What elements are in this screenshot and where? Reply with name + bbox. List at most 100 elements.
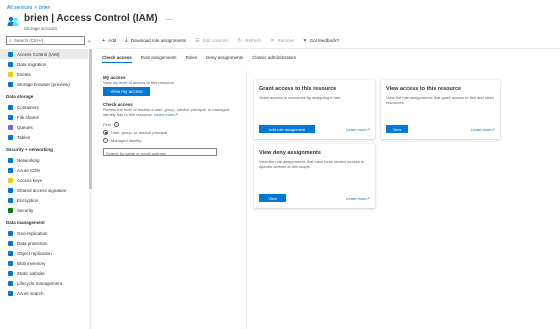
check-access-description: Review the level of access a user, group… (103, 107, 238, 117)
external-link-icon: ↗ (366, 127, 370, 132)
breadcrumb-all-services[interactable]: All services (7, 5, 32, 11)
sidebar-scrollbar[interactable] (89, 49, 92, 329)
tab-deny-assignments[interactable]: Deny assignments (206, 55, 243, 63)
sidebar-item-label: Events (17, 71, 31, 77)
remove-button[interactable]: ✕ Remove (270, 38, 294, 44)
find-row: Find i (103, 122, 238, 127)
sidebar-item-label: Security (17, 207, 34, 213)
sidebar-item-security[interactable]: Security (0, 205, 88, 215)
security-icon (8, 207, 13, 213)
view-access-button[interactable]: View (386, 125, 408, 133)
external-link-icon: ↗ (174, 112, 178, 117)
sidebar-item-shared-access-signature[interactable]: Shared access signature (0, 185, 88, 195)
sidebar-item-label: Queues (17, 124, 33, 130)
shared-access-signature-icon (8, 187, 13, 193)
sidebar-item-networking[interactable]: Networking (0, 155, 88, 165)
my-access-description: View my level of access to this resource… (103, 80, 175, 85)
view-access-learn-more-link[interactable]: Learn more↗ (471, 127, 495, 132)
sidebar-item-events[interactable]: Events (0, 69, 88, 79)
refresh-button[interactable]: ↻ Refresh (238, 38, 261, 44)
info-icon[interactable]: i (113, 122, 119, 127)
feedback-button[interactable]: ♥ Got feedback? (303, 38, 339, 44)
sidebar-item-data-migration[interactable]: Data migration (0, 59, 88, 69)
radio-managed-identity[interactable]: Managed identity (103, 138, 238, 143)
deny-assignments-card: View deny assignments View the role assi… (254, 144, 375, 208)
geo-replication-icon (8, 230, 13, 236)
radio-user-group-sp[interactable]: User, group, or service principal (103, 130, 238, 135)
breadcrumb-current[interactable]: brien (39, 5, 50, 11)
sidebar: Access Control (IAM) Data migration Events… (0, 49, 88, 329)
collapse-sidebar-icon[interactable]: « (88, 39, 91, 45)
tab-role-assignments[interactable]: Role assignments (141, 55, 177, 63)
sidebar-item-object-replication[interactable]: Object replication (0, 248, 88, 258)
add-label: Add (108, 38, 117, 43)
page-header: brien | Access Control (IAM) Storage acc… (7, 13, 172, 31)
sidebar-item-azure-search[interactable]: Azure search (0, 288, 88, 298)
storage-browser-preview-icon (8, 81, 13, 87)
add-button[interactable]: + Add (102, 38, 116, 44)
toolbar-divider (97, 48, 560, 49)
feedback-label: Got feedback? (309, 38, 339, 43)
access-control-iam-icon (8, 51, 13, 57)
check-access-learn-more-link[interactable]: Learn more (154, 112, 174, 117)
more-options-icon[interactable]: ... (166, 13, 173, 23)
add-role-assignment-button[interactable]: Add role assignment (259, 125, 315, 133)
sidebar-item-tables[interactable]: Tables (0, 132, 88, 142)
sidebar-item-access-control-iam[interactable]: Access Control (IAM) (0, 49, 88, 59)
data-migration-icon (8, 61, 13, 67)
panel-divider (246, 71, 247, 329)
sidebar-item-label: Object replication (17, 250, 52, 256)
sidebar-item-static-website[interactable]: Static website (0, 268, 88, 278)
grant-access-title: Grant access to this resource (259, 86, 337, 92)
sidebar-item-access-keys[interactable]: Access keys (0, 175, 88, 185)
plus-icon: + (102, 37, 106, 44)
deny-learn-more-link[interactable]: Learn more↗ (346, 196, 370, 201)
sidebar-item-label: Storage browser (preview) (17, 81, 70, 87)
refresh-label: Refresh (245, 38, 262, 43)
download-role-assignments-button[interactable]: ⤓ Download role assignments (125, 37, 186, 44)
sidebar-item-label: Shared access signature (17, 187, 67, 193)
sidebar-item-label: Tables (17, 134, 31, 140)
sidebar-search-input[interactable]: ⌕ Search (Ctrl+/) (6, 36, 85, 45)
sidebar-item-encryption[interactable]: Encryption (0, 195, 88, 205)
tab-check-access[interactable]: Check access (102, 55, 132, 63)
remove-label: Remove (277, 38, 295, 43)
sidebar-item-lifecycle-management[interactable]: Lifecycle management (0, 278, 88, 288)
sidebar-item-containers[interactable]: Containers (0, 102, 88, 112)
grant-learn-more-text: Learn more (346, 127, 367, 132)
tab-bar: Check access Role assignments Roles Deny… (102, 55, 305, 63)
sidebar-item-file-shares[interactable]: File shares (0, 112, 88, 122)
grant-access-learn-more-link[interactable]: Learn more↗ (346, 127, 370, 132)
sidebar-item-data-protection[interactable]: Data protection (0, 238, 88, 248)
remove-icon: ✕ (270, 37, 275, 44)
azure-cdn-icon (8, 167, 13, 173)
scrollbar-thumb[interactable] (89, 49, 92, 189)
view-my-access-button[interactable]: View my access (103, 87, 150, 96)
sidebar-section-security-networking: Security + networking (6, 147, 53, 152)
view-access-learn-more-text: Learn more (471, 127, 492, 132)
sidebar-item-label: Access keys (17, 177, 43, 183)
deny-assignments-title: View deny assignments (259, 150, 321, 156)
sidebar-item-label: Lifecycle management (17, 280, 63, 286)
object-replication-icon (8, 250, 13, 256)
view-deny-assignments-button[interactable]: View (259, 194, 286, 202)
azure-search-icon (8, 290, 13, 296)
data-protection-icon (8, 240, 13, 246)
encryption-icon (8, 197, 13, 203)
radio-selected-icon (103, 130, 108, 135)
deny-assignments-description: View the role assignments that have been… (259, 159, 365, 169)
columns-icon: ☰ (194, 37, 200, 44)
sidebar-item-label: Networking (17, 157, 40, 163)
tab-classic-administrators[interactable]: Classic administrators (252, 55, 296, 63)
sidebar-item-queues[interactable]: Queues (0, 122, 88, 132)
tab-roles[interactable]: Roles (186, 55, 198, 63)
sidebar-item-azure-cdn[interactable]: Azure CDN (0, 165, 88, 175)
tables-icon (8, 134, 13, 140)
check-access-search-input[interactable]: Search by name or email address (103, 148, 217, 156)
edit-columns-button[interactable]: ☰ Edit columns (195, 38, 229, 44)
sidebar-item-geo-replication[interactable]: Geo-replication (0, 228, 88, 238)
sidebar-item-storage-browser-preview[interactable]: Storage browser (preview) (0, 79, 88, 89)
sidebar-item-label: Containers (17, 104, 39, 110)
toolbar: + Add ⤓ Download role assignments ☰ Edit co… (102, 36, 348, 45)
sidebar-item-blob-inventory[interactable]: Blob inventory (0, 258, 88, 268)
